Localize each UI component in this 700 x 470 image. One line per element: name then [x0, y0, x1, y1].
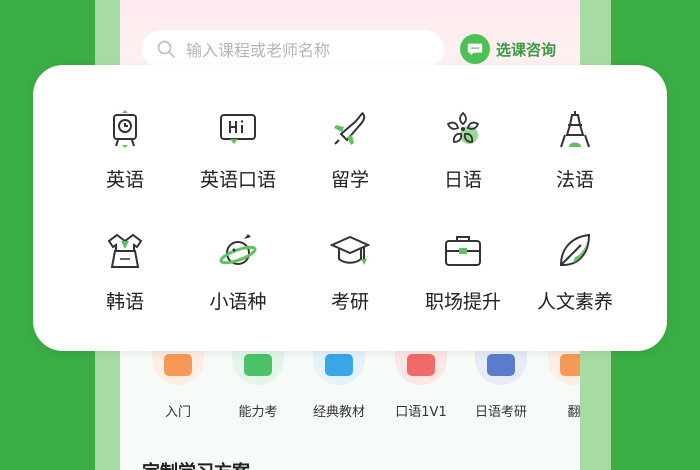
hanbok-icon [107, 233, 143, 268]
category-humanities[interactable]: 人文素养 [520, 231, 630, 331]
sub-item-fan[interactable]: 翻 [538, 345, 580, 420]
category-label: 小语种 [209, 291, 267, 313]
sub-item-jingdian[interactable]: 经典教材 [303, 345, 375, 420]
category-label: 考研 [330, 291, 369, 313]
category-english[interactable]: 英语 [70, 109, 180, 209]
sub-item-riyu-kaoyan[interactable]: 日语考研 [465, 345, 537, 420]
category-card: 英语 英语口语 留学 日语 法语 韩语 小语种 考研 职场提升 人文素养 [33, 65, 667, 351]
consult-label: 选课咨询 [496, 40, 557, 59]
category-minor-languages[interactable]: 小语种 [183, 231, 293, 331]
search-placeholder: 输入课程或老师名称 [186, 41, 331, 60]
pencil-icon [232, 345, 284, 385]
sub-item-rumen[interactable]: 入门 [142, 345, 214, 420]
book-icon [152, 345, 204, 385]
category-spoken-english[interactable]: 英语口语 [183, 109, 293, 209]
graduation-cap-icon [330, 235, 370, 265]
category-label: 职场提升 [424, 291, 501, 313]
category-label: 韩语 [105, 291, 144, 313]
cap-icon [475, 345, 527, 385]
sakura-icon [446, 111, 480, 144]
search-icon [157, 40, 175, 58]
category-label: 留学 [330, 169, 369, 191]
category-japanese[interactable]: 日语 [408, 109, 518, 209]
sub-category-row: 入门 能力考 经典教材 口语1V1 日语考研 翻 [142, 345, 580, 425]
leaf-icon [559, 233, 591, 266]
hi-speech-icon [220, 114, 256, 144]
category-postgraduate[interactable]: 考研 [295, 231, 405, 331]
category-label: 英语 [105, 169, 144, 191]
airplane-icon [334, 112, 366, 145]
eiffel-tower-icon [560, 111, 590, 148]
alarm-clock-icon [113, 110, 137, 148]
sub-item-label: 入门 [164, 405, 191, 420]
category-study-abroad[interactable]: 留学 [295, 109, 405, 209]
category-label: 人文素养 [536, 291, 613, 313]
textbook-icon [313, 345, 365, 385]
chat-bubble-icon [460, 34, 490, 64]
category-korean[interactable]: 韩语 [70, 231, 180, 331]
sub-item-label: 经典教材 [312, 405, 365, 420]
category-career[interactable]: 职场提升 [408, 231, 518, 331]
briefcase-icon [445, 236, 481, 266]
category-french[interactable]: 法语 [520, 109, 630, 209]
speech-icon [395, 345, 447, 385]
saturn-icon [219, 234, 257, 265]
search-input[interactable]: 输入课程或老师名称 [142, 30, 444, 68]
sub-item-kouyu1v1[interactable]: 口语1V1 [385, 345, 457, 420]
category-label: 英语口语 [199, 169, 276, 191]
category-label: 日语 [443, 169, 482, 191]
consult-button[interactable]: 选课咨询 [460, 34, 556, 64]
translate-icon [548, 345, 580, 385]
sub-item-label: 翻 [567, 405, 580, 420]
sub-item-label: 能力考 [238, 405, 278, 420]
section-title: 定制学习方案 [142, 458, 250, 470]
sub-item-label: 日语考研 [474, 405, 527, 420]
sub-item-label: 口语1V1 [395, 405, 447, 420]
category-label: 法语 [555, 169, 594, 191]
sub-item-nenglikao[interactable]: 能力考 [222, 345, 294, 420]
